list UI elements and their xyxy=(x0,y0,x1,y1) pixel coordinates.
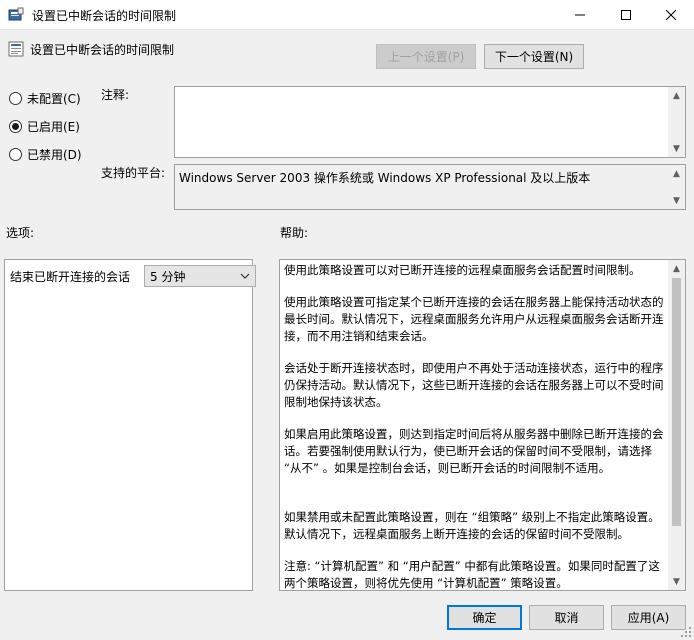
help-paragraph: 如果启用此策略设置，则达到指定时间后将从服务器中删除已断开连接的会话。若要强制使… xyxy=(284,427,664,475)
help-paragraph: 如果禁用或未配置此策略设置，则在 “组策略” 级别上不指定此策略设置。默认情况下… xyxy=(284,510,660,541)
comment-scrollbar[interactable]: ▲ ▼ xyxy=(668,87,685,157)
close-icon xyxy=(666,10,676,20)
scroll-up-icon[interactable]: ▲ xyxy=(668,165,685,182)
options-panel: 结束已断开连接的会话 5 分钟 xyxy=(4,259,256,591)
help-section-label: 帮助: xyxy=(280,226,309,240)
help-paragraph: 使用此策略设置可指定某个已断开连接的会话在服务器上能保持活动状态的最长时间。默认… xyxy=(284,295,664,343)
maximize-button[interactable] xyxy=(603,0,649,30)
previous-setting-button[interactable]: 上一个设置(P) xyxy=(376,44,476,69)
scroll-thumb[interactable] xyxy=(672,278,681,526)
help-panel: 使用此策略设置可以对已断开连接的远程桌面服务会话配置时间限制。 使用此策略设置可… xyxy=(279,259,686,591)
chevron-down-icon xyxy=(240,273,250,279)
radio-enabled-indicator[interactable] xyxy=(9,120,22,133)
policy-setting-icon xyxy=(8,41,24,57)
radio-disabled-label: 已禁用(D) xyxy=(27,148,82,162)
scroll-down-icon[interactable]: ▼ xyxy=(668,140,685,157)
select-value: 5 分钟 xyxy=(150,269,186,284)
setting-title: 设置已中断会话的时间限制 xyxy=(30,43,175,57)
title-bar: 设置已中断会话的时间限制 xyxy=(0,0,694,30)
window-title: 设置已中断会话的时间限制 xyxy=(32,9,177,23)
help-text: 使用此策略设置可以对已断开连接的远程桌面服务会话配置时间限制。 使用此策略设置可… xyxy=(284,262,668,590)
scroll-up-icon[interactable]: ▲ xyxy=(668,260,685,277)
help-paragraph: 注意: “计算机配置” 和 “用户配置” 中都有此策略设置。如果同时配置了这两个… xyxy=(284,559,660,590)
radio-disabled[interactable]: 已禁用(D) xyxy=(9,146,82,163)
resize-grip-icon[interactable] xyxy=(680,626,692,638)
supported-platform-label: 支持的平台: xyxy=(101,166,166,180)
supported-platform-box: Windows Server 2003 操作系统或 Windows XP Pro… xyxy=(174,164,686,210)
radio-not-configured-label: 未配置(C) xyxy=(27,92,81,106)
close-button[interactable] xyxy=(648,0,694,30)
radio-not-configured[interactable]: 未配置(C) xyxy=(9,90,81,107)
maximize-icon xyxy=(621,10,631,20)
radio-enabled-label: 已启用(E) xyxy=(27,120,80,134)
radio-disabled-indicator[interactable] xyxy=(9,148,22,161)
scroll-down-icon[interactable]: ▼ xyxy=(668,573,685,590)
minimize-icon xyxy=(575,14,585,16)
ok-button[interactable]: 确定 xyxy=(447,605,522,630)
disconnected-session-limit-select[interactable]: 5 分钟 xyxy=(144,265,256,287)
scroll-up-icon[interactable]: ▲ xyxy=(668,87,685,104)
policy-app-icon xyxy=(8,7,24,21)
help-paragraph: 会话处于断开连接状态时，即使用户不再处于活动连接状态，运行中的程序仍保持活动。默… xyxy=(284,361,664,409)
cancel-button[interactable]: 取消 xyxy=(529,605,604,630)
radio-enabled[interactable]: 已启用(E) xyxy=(9,118,80,135)
disconnected-session-limit-label: 结束已断开连接的会话 xyxy=(10,270,131,284)
apply-button[interactable]: 应用(A) xyxy=(611,605,686,630)
minimize-button[interactable] xyxy=(557,0,603,30)
options-section-label: 选项: xyxy=(6,226,35,240)
platform-scrollbar[interactable]: ▲ ▼ xyxy=(668,165,685,209)
help-scrollbar[interactable]: ▲ ▼ xyxy=(668,260,685,590)
comment-label: 注释: xyxy=(101,88,130,102)
comment-textarea[interactable]: ▲ ▼ xyxy=(174,86,686,158)
scroll-down-icon[interactable]: ▼ xyxy=(668,192,685,209)
supported-platform-value: Windows Server 2003 操作系统或 Windows XP Pro… xyxy=(179,171,591,185)
radio-not-configured-indicator[interactable] xyxy=(9,92,22,105)
help-paragraph: 使用此策略设置可以对已断开连接的远程桌面服务会话配置时间限制。 xyxy=(284,263,641,277)
next-setting-button[interactable]: 下一个设置(N) xyxy=(484,44,584,69)
